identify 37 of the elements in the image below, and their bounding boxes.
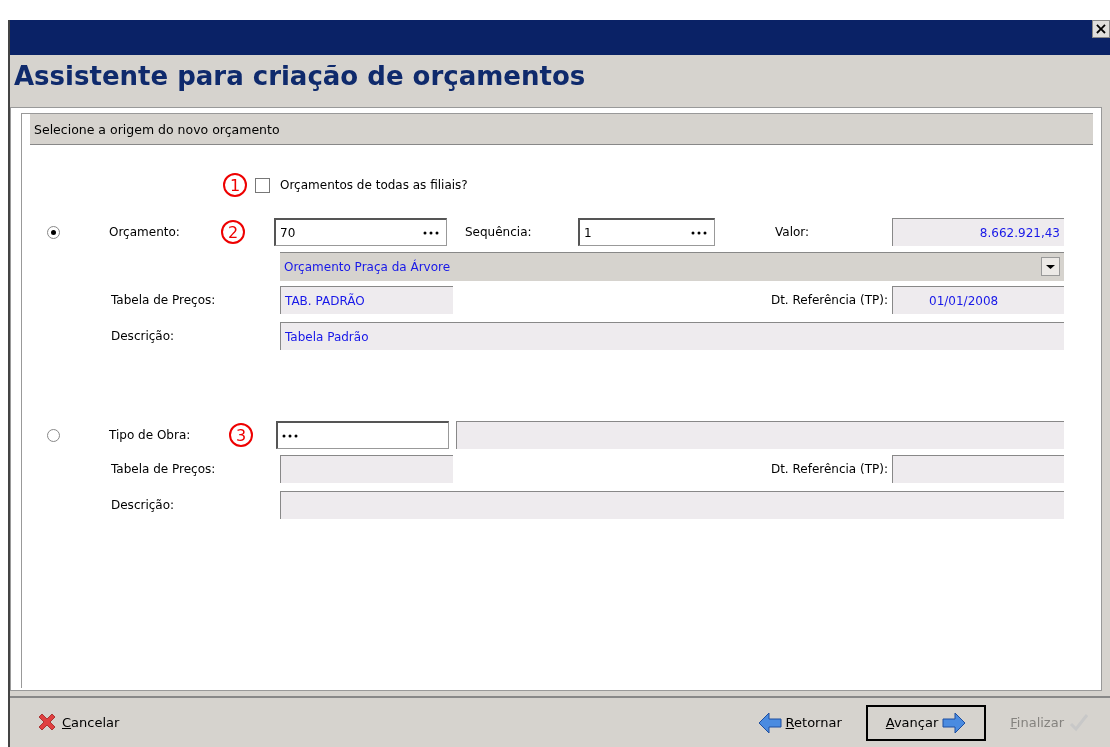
field-label: Orçamento: — [109, 225, 181, 239]
field-value: 01/01/2008 — [929, 293, 999, 308]
field-value: 1 — [584, 225, 592, 240]
field-label: Tabela de Preços: — [111, 293, 217, 307]
input-field[interactable]: 1 — [578, 218, 715, 246]
left-arrow-icon — [757, 711, 782, 734]
field-label: Tabela de Preços: — [111, 462, 217, 476]
field-label: Valor: — [775, 225, 811, 239]
field-label: Dt. Referência (TP): — [770, 293, 888, 307]
dropdown[interactable]: Orçamento Praça da Árvore — [280, 251, 1064, 281]
dropdown-value: Orçamento Praça da Árvore — [284, 259, 451, 274]
window-title: Assistente para criação de orçamentos — [14, 61, 586, 91]
input-field[interactable]: 70 — [274, 218, 447, 246]
close-button[interactable]: × — [1092, 20, 1110, 38]
field-label: Descrição: — [111, 498, 176, 512]
checkbox-label: Orçamentos de todas as filiais? — [280, 178, 468, 192]
checkbox[interactable] — [255, 177, 270, 193]
step-marker: 2 — [221, 220, 245, 244]
back-button[interactable]: Retornar — [747, 704, 852, 741]
field-label: Tipo de Obra: — [109, 428, 192, 442]
ellipsis-icon[interactable] — [423, 230, 439, 235]
next-button[interactable]: Avançar — [865, 704, 987, 741]
field-value: Tabela Padrão — [285, 329, 369, 344]
ellipsis-icon[interactable] — [691, 230, 707, 235]
field-value: TAB. PADRÃO — [285, 293, 365, 308]
input-field[interactable] — [276, 421, 449, 449]
field-label: Sequência: — [465, 225, 533, 239]
right-arrow-icon — [942, 711, 967, 734]
group-title: Selecione a origem do novo orçamento — [30, 114, 1093, 145]
field-label: Descrição: — [111, 329, 176, 343]
step-marker: 3 — [229, 423, 253, 447]
step-marker: 1 — [223, 173, 247, 197]
field-value: 70 — [280, 225, 296, 240]
field-value: 8.662.921,43 — [979, 225, 1060, 240]
cancel-button[interactable]: Cancelar — [26, 704, 130, 741]
field-label: Dt. Referência (TP): — [770, 462, 888, 476]
ellipsis-icon[interactable] — [282, 433, 298, 438]
